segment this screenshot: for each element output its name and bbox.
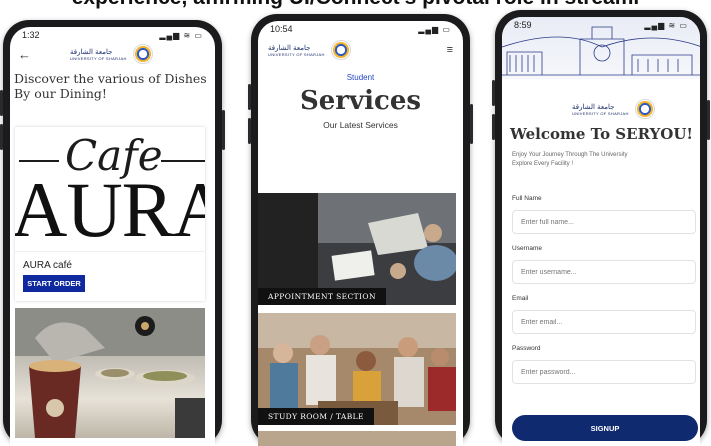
coffee-photo[interactable] xyxy=(15,308,205,438)
signup-button[interactable]: SIGNUP xyxy=(512,415,698,441)
dining-header: ← جامعة الشارقة UNIVERSITY OF SHARJAH xyxy=(10,43,215,65)
page-title: Services xyxy=(299,86,421,116)
status-time: 1:32 xyxy=(22,30,40,40)
service-card-appointment[interactable]: APPOINTMENT SECTION xyxy=(258,193,456,305)
next-service-card-peek xyxy=(258,431,456,446)
phone-services: 10:54 ▂▄▆ ▭ جامعة الشارقة UNIVERSITY OF … xyxy=(248,14,473,446)
welcome-subtitle-line: Enjoy Your Journey Through The Universit… xyxy=(512,152,628,158)
university-emblem-icon xyxy=(132,44,153,64)
username-label: Username xyxy=(512,245,542,252)
aura-logo-word: AURA xyxy=(15,166,205,252)
phone-dining: 1:32 ▂▄▆ ≋ ▭ ← جامعة الشارقة UNIVERSITY … xyxy=(0,20,225,446)
start-order-button[interactable]: START ORDER xyxy=(23,275,85,292)
section-kicker: Student xyxy=(346,73,375,82)
hamburger-menu-icon[interactable]: ≡ xyxy=(447,44,453,56)
university-emblem-icon xyxy=(634,99,655,119)
logo-english-text: UNIVERSITY OF SHARJAH xyxy=(572,110,629,116)
university-logo: جامعة الشارقة UNIVERSITY OF SHARJAH xyxy=(268,40,351,60)
status-bar: 8:59 ▂▄▆ ≋ ▭ xyxy=(502,17,700,33)
service-card-study-room[interactable]: STUDY ROOM / TABLE xyxy=(258,313,456,425)
status-bar: 1:32 ▂▄▆ ≋ ▭ xyxy=(10,27,215,43)
full-name-input[interactable] xyxy=(512,210,696,234)
status-bar: 10:54 ▂▄▆ ▭ xyxy=(258,21,463,37)
arrow-left-icon[interactable]: ← xyxy=(18,47,48,62)
page-subtitle: Our Latest Services xyxy=(323,120,398,130)
dining-screen: 1:32 ▂▄▆ ≋ ▭ ← جامعة الشارقة UNIVERSITY … xyxy=(10,27,215,446)
restaurant-name: AURA café xyxy=(23,260,72,271)
page-caption: experience, affirming UI/Connect's pivot… xyxy=(0,0,711,10)
logo-arabic-text: جامعة الشارقة xyxy=(268,43,311,52)
service-card-label: APPOINTMENT SECTION xyxy=(258,288,386,305)
phone-signup: 8:59 ▂▄▆ ≋ ▭ جامعة الشارقة UNIVERSITY OF… xyxy=(492,10,710,446)
dining-intro-text: Discover the various of Dishes By our Di… xyxy=(14,71,207,101)
university-logo: جامعة الشارقة UNIVERSITY OF SHARJAH xyxy=(572,99,655,119)
welcome-subtitle-line: Explore Every Facility ! xyxy=(512,161,574,167)
service-card-label: STUDY ROOM / TABLE xyxy=(258,408,374,425)
password-label: Password xyxy=(512,345,541,352)
status-time: 8:59 xyxy=(514,20,532,30)
welcome-subtitle: Enjoy Your Journey Through The Universit… xyxy=(512,151,692,169)
logo-arabic-text: جامعة الشارقة xyxy=(70,47,113,56)
logo-arabic-text: جامعة الشارقة xyxy=(572,102,615,111)
status-icons: ▂▄▆ ≋ ▭ xyxy=(159,30,203,40)
password-input[interactable] xyxy=(512,360,696,384)
restaurant-card[interactable]: Cafe AURA AURA café START ORDER xyxy=(15,127,205,301)
status-time: 10:54 xyxy=(270,24,293,34)
cafe-aura-logo-image: Cafe AURA xyxy=(15,127,205,252)
status-icons: ▂▄▆ ≋ ▭ xyxy=(644,20,688,30)
status-icons: ▂▄▆ ▭ xyxy=(418,24,451,34)
welcome-title: Welcome To SERYOU! xyxy=(510,125,694,143)
coffee-cup-illustration xyxy=(15,308,205,438)
email-label: Email xyxy=(512,295,529,302)
logo-english-text: UNIVERSITY OF SHARJAH xyxy=(268,51,325,57)
logo-english-text: UNIVERSITY OF SHARJAH xyxy=(70,55,127,61)
full-name-label: Full Name xyxy=(512,195,542,202)
services-header: جامعة الشارقة UNIVERSITY OF SHARJAH ≡ xyxy=(258,37,463,63)
email-input[interactable] xyxy=(512,310,696,334)
signup-screen: 8:59 ▂▄▆ ≋ ▭ جامعة الشارقة UNIVERSITY OF… xyxy=(502,17,700,446)
services-screen: 10:54 ▂▄▆ ▭ جامعة الشارقة UNIVERSITY OF … xyxy=(258,21,463,446)
university-emblem-icon xyxy=(330,40,351,60)
university-logo: جامعة الشارقة UNIVERSITY OF SHARJAH xyxy=(70,44,153,64)
username-input[interactable] xyxy=(512,260,696,284)
